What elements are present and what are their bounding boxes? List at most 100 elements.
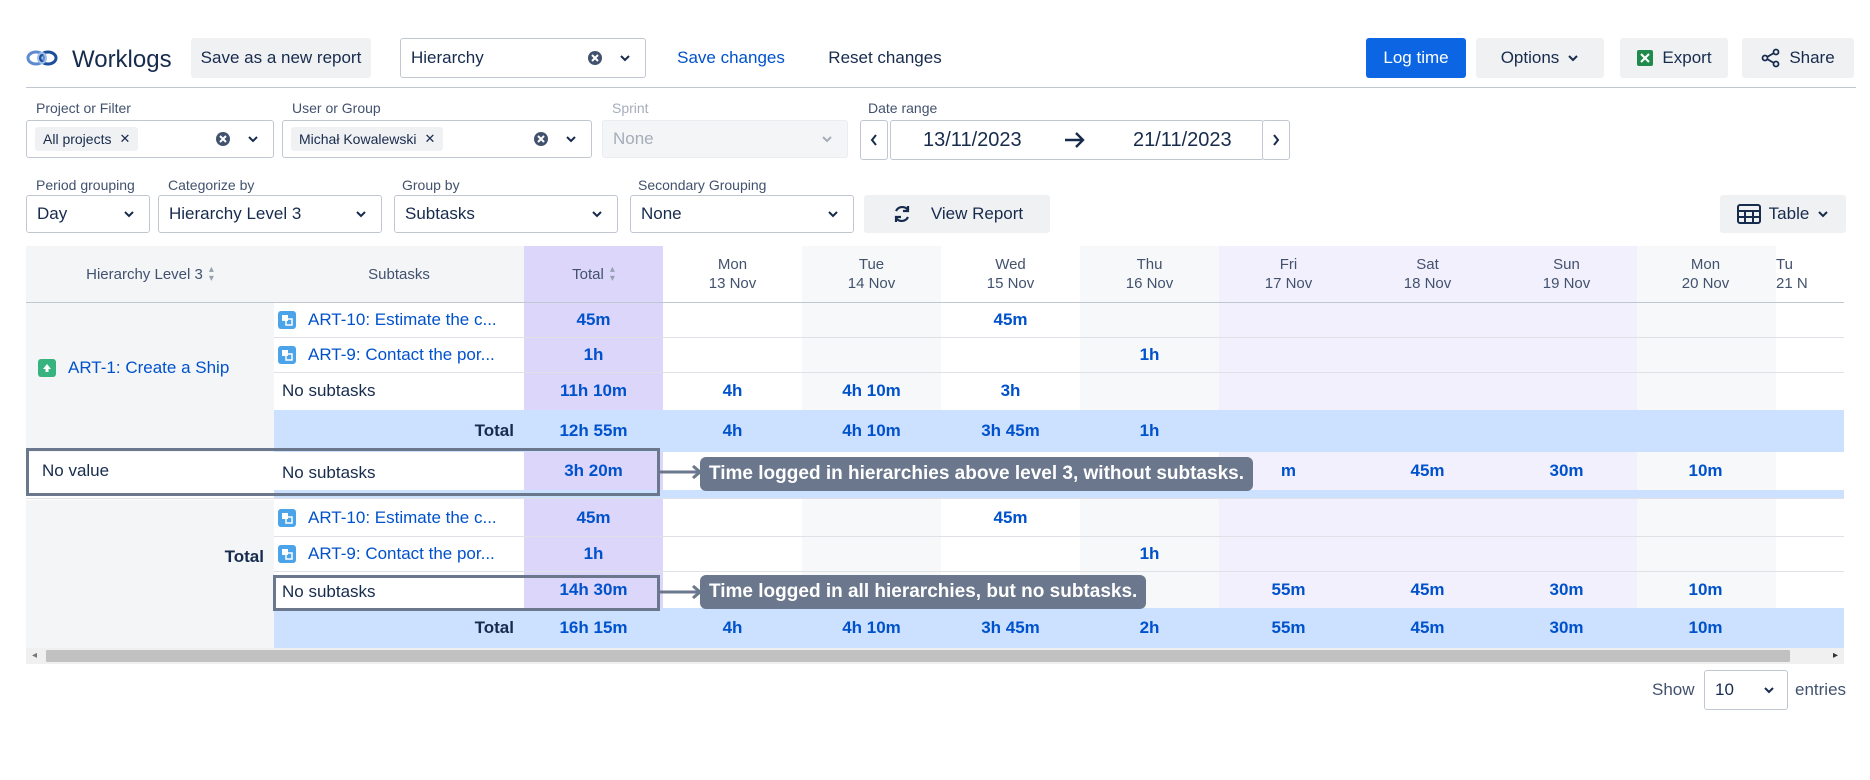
column-header-total[interactable]: Total ▴ ▾ [524,246,663,302]
secondary-grouping-value: None [641,204,682,223]
day-cell: 45m [1410,461,1445,480]
log-time-button[interactable]: Log time [1366,38,1466,78]
day-date: 20 Nov [1681,275,1730,292]
save-changes-button[interactable]: Save changes [666,38,796,78]
reset-changes-button[interactable]: Reset changes [820,38,950,78]
chevron-down-icon [356,211,366,218]
day-name: Mon [1690,256,1721,273]
day-name: Sat [1416,256,1439,273]
sprint-filter-select[interactable]: None [602,120,848,158]
subtotal-cell: 3h 45m [981,421,1040,440]
chip-remove-icon[interactable]: ✕ [119,131,130,147]
subtotal-cell: 4h [722,421,743,440]
sort-icon[interactable]: ▴ ▾ [209,265,214,284]
day-date: 13 Nov [708,275,757,292]
secondary-grouping-select[interactable]: None [630,195,854,233]
table-icon [1736,204,1761,224]
subtask-link[interactable]: ART-9: Contact the por... [278,536,495,571]
clear-icon[interactable] [587,50,603,66]
day-date: 19 Nov [1542,275,1591,292]
next-period-button[interactable] [1262,120,1290,160]
chevron-down-icon [822,136,832,143]
view-report-button[interactable]: View Report [864,195,1050,233]
day-cell: 4h [722,381,743,400]
column-header-day[interactable]: Thu 16 Nov [1080,246,1219,302]
chevron-down-icon [1818,211,1829,218]
day-cell: 55m [1271,579,1306,599]
report-select[interactable]: Hierarchy [400,38,646,78]
date-from[interactable]: 13/11/2023 [923,129,1022,152]
clear-icon[interactable] [533,131,549,147]
chevron-down-icon [1568,55,1579,62]
user-filter-select[interactable]: Michał Kowalewski ✕ [282,120,592,158]
group-by-select[interactable]: Subtasks [394,195,618,233]
day-name: Tu [1776,256,1793,273]
user-filter-label: User or Group [292,100,381,116]
page-size-value: 10 [1715,680,1734,699]
options-button[interactable]: Options [1476,38,1604,78]
day-cell: 3h [1000,381,1021,400]
grand-total-cell: 55m [1271,618,1306,637]
previous-period-button[interactable] [860,120,888,160]
day-name: Tue [858,256,885,273]
period-grouping-value: Day [37,204,68,223]
chip-remove-icon[interactable]: ✕ [424,131,435,147]
hierarchy-issue-link[interactable]: ART-1: Create a Ship [38,356,229,380]
clear-icon[interactable] [215,131,231,147]
group-cell-bg [26,500,274,648]
page-size-select[interactable]: 10 [1704,670,1788,710]
column-header-hierarchy[interactable]: Hierarchy Level 3 ▴ ▾ [26,246,274,302]
scrollbar-thumb[interactable] [46,650,1790,662]
day-cell: 1h [1139,543,1160,563]
day-cell: 1h [1139,344,1160,364]
subtask-label: ART-10: Estimate the c... [308,508,497,527]
subtask-label: ART-9: Contact the por... [308,543,495,563]
subtask-link[interactable]: ART-10: Estimate the c... [278,302,497,337]
day-name: Thu [1136,256,1163,273]
table-view-button[interactable]: Table [1720,195,1846,233]
day-name: Sun [1553,256,1580,273]
subtask-icon [278,310,296,329]
sprint-filter-label: Sprint [612,100,649,116]
save-new-report-label: Save as a new report [200,48,362,67]
user-chip: Michał Kowalewski ✕ [291,127,444,151]
categorize-by-select[interactable]: Hierarchy Level 3 [158,195,382,233]
column-header-day[interactable]: Mon 20 Nov [1636,246,1775,302]
day-date: 14 Nov [847,275,896,292]
horizontal-scrollbar[interactable]: ◂ ▸ [26,648,1844,664]
column-header-day[interactable]: Wed 15 Nov [941,246,1080,302]
period-grouping-select[interactable]: Day [26,195,150,233]
day-cell: 10m [1688,579,1723,599]
export-button[interactable]: Export [1620,38,1728,78]
show-label: Show [1652,680,1695,699]
column-header-day[interactable]: Tue 14 Nov [802,246,941,302]
total-cell: 1h [583,543,604,563]
chevron-left-icon [870,134,877,146]
subtask-link[interactable]: ART-9: Contact the por... [278,337,495,372]
save-new-report-button[interactable]: Save as a new report [191,38,371,78]
project-filter-label: Project or Filter [36,100,131,116]
column-header-day[interactable]: Sun 19 Nov [1497,246,1636,302]
worklogs-logo-icon [26,50,58,66]
subtask-link[interactable]: ART-10: Estimate the c... [278,500,497,536]
day-name: Wed [995,256,1026,273]
column-header-day[interactable]: Fri 17 Nov [1219,246,1358,302]
share-button[interactable]: Share [1742,38,1854,78]
date-range-picker[interactable]: 13/11/2023 21/11/2023 [890,120,1264,160]
date-to[interactable]: 21/11/2023 [1133,129,1232,152]
subtotal-cell: 4h 10m [842,421,901,440]
column-header-day[interactable]: Mon 13 Nov [663,246,802,302]
subtask-icon [278,509,296,527]
highlight-outline [26,448,660,496]
sort-icon[interactable]: ▴ ▾ [610,265,615,284]
grand-total-cell: 10m [1688,618,1723,637]
project-filter-select[interactable]: All projects ✕ [26,120,274,158]
column-header-day[interactable]: Sat 18 Nov [1358,246,1497,302]
scroll-right-icon[interactable]: ▸ [1833,650,1838,661]
total-cell: 11h 10m [559,381,628,400]
column-header-day[interactable]: Tu 21 N [1776,246,1844,302]
column-header-subtasks[interactable]: Subtasks [274,246,524,302]
project-chip: All projects ✕ [35,127,139,151]
scroll-left-icon[interactable]: ◂ [32,650,37,661]
row-divider [274,536,1844,537]
